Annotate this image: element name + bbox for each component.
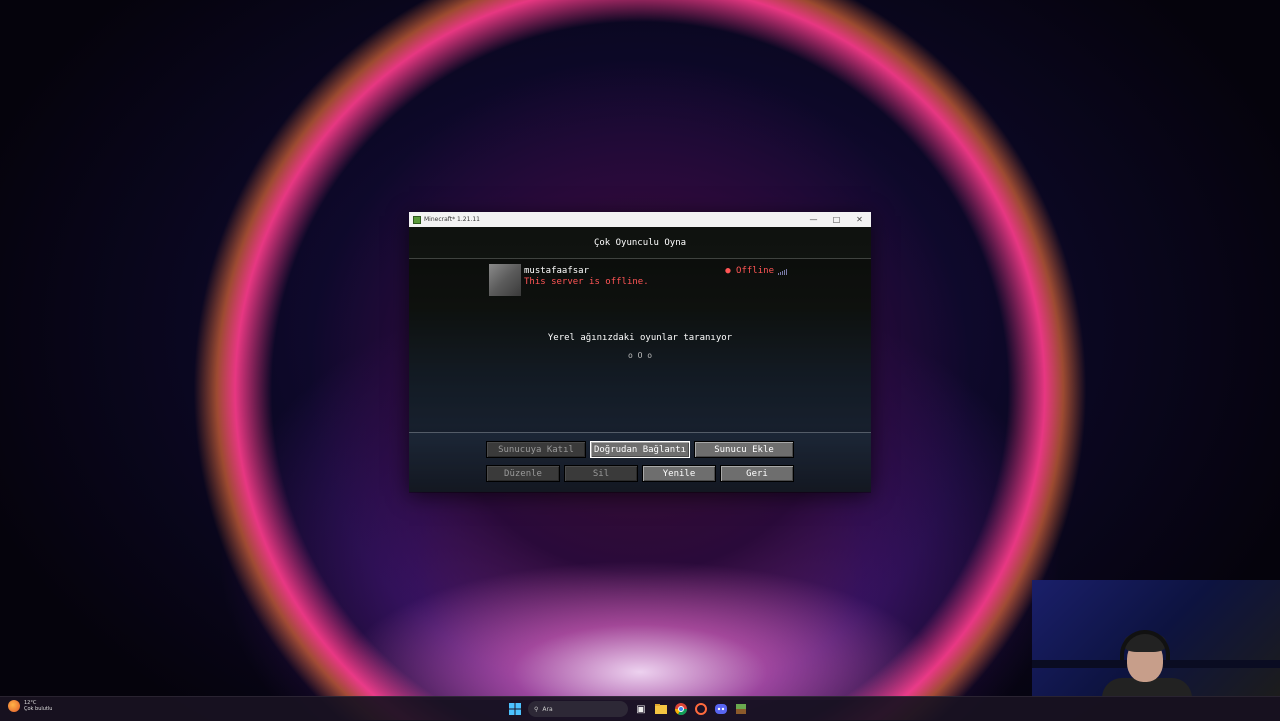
weather-desc: Çok bulutlu	[24, 706, 53, 712]
loading-dots: o O o	[627, 351, 653, 360]
app-icon[interactable]	[694, 702, 708, 716]
file-explorer-icon[interactable]	[654, 702, 668, 716]
chrome-icon[interactable]	[674, 702, 688, 716]
server-list[interactable]: mustafaafsar This server is offline. ● O…	[409, 259, 871, 432]
server-motd: This server is offline.	[524, 277, 649, 287]
add-server-button[interactable]: Sunucu Ekle	[694, 441, 794, 458]
refresh-button[interactable]: Yenile	[642, 465, 716, 482]
headset-icon	[1120, 630, 1170, 660]
search-placeholder: Ara	[542, 705, 553, 713]
wallpaper-glow	[340, 560, 940, 700]
weather-icon	[8, 700, 20, 712]
direct-connect-button[interactable]: Doğrudan Bağlantı	[590, 441, 690, 458]
minimize-button[interactable]: —	[802, 212, 825, 227]
taskbar-center: ⚲ Ara ▣	[508, 699, 748, 719]
minecraft-window: Minecraft* 1.21.11 — □ ✕ Çok Oyunculu Oy…	[409, 212, 871, 493]
window-titlebar[interactable]: Minecraft* 1.21.11 — □ ✕	[409, 212, 871, 227]
close-button[interactable]: ✕	[848, 212, 871, 227]
windows-start-icon[interactable]	[508, 702, 522, 716]
search-icon: ⚲	[534, 705, 539, 713]
page-title: Çok Oyunculu Oyna	[409, 227, 871, 259]
lan-scan-text: Yerel ağınızdaki oyunlar taranıyor	[547, 333, 733, 343]
taskbar-search-input[interactable]: ⚲ Ara	[528, 701, 628, 717]
server-status: ● Offline	[725, 266, 787, 276]
minecraft-app-icon	[413, 215, 421, 224]
server-name: mustafaafsar	[524, 266, 590, 276]
server-status-text: ● Offline	[725, 266, 774, 276]
server-entry[interactable]: mustafaafsar This server is offline. ● O…	[489, 264, 789, 296]
task-view-icon[interactable]: ▣	[634, 702, 648, 716]
delete-button[interactable]: Sil	[564, 465, 638, 482]
discord-icon[interactable]	[714, 702, 728, 716]
edit-button[interactable]: Düzenle	[486, 465, 560, 482]
window-title: Minecraft* 1.21.11	[424, 216, 480, 223]
minecraft-screen: Çok Oyunculu Oyna mustafaafsar This serv…	[409, 227, 871, 493]
taskbar: 12°C Çok bulutlu ⚲ Ara ▣	[0, 696, 1280, 721]
back-button[interactable]: Geri	[720, 465, 794, 482]
weather-widget[interactable]: 12°C Çok bulutlu	[8, 700, 52, 712]
minecraft-icon[interactable]	[734, 702, 748, 716]
webcam-overlay	[1032, 580, 1280, 696]
signal-icon	[778, 268, 787, 275]
server-icon	[489, 264, 521, 296]
join-server-button[interactable]: Sunucuya Katıl	[486, 441, 586, 458]
maximize-button[interactable]: □	[825, 212, 848, 227]
button-bar: Sunucuya Katıl Doğrudan Bağlantı Sunucu …	[409, 432, 871, 493]
